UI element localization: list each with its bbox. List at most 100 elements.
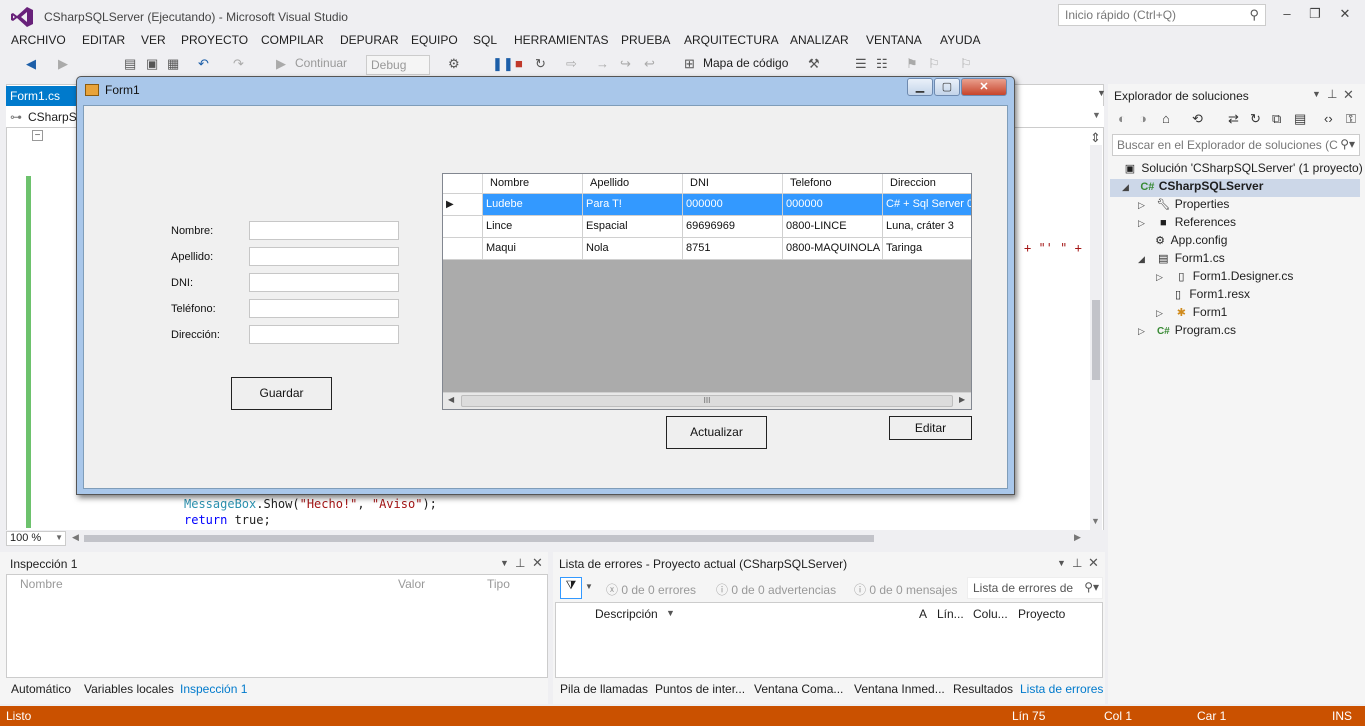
dni-input[interactable] [249,273,399,292]
nombre-input[interactable] [249,221,399,240]
close-panel-icon[interactable]: ✕ [1343,87,1354,103]
show-all-files-icon[interactable]: ▤ [1294,111,1306,127]
form-close-button[interactable]: ✕ [961,78,1007,96]
messages-filter-button[interactable]: ⓘ 0 de 0 mensajes [854,581,957,598]
editor-horizontal-scroll-thumb[interactable] [84,535,874,542]
menu-depurar[interactable]: DEPURAR [340,33,399,47]
grid-row-header-0[interactable]: ▶ [443,194,483,216]
grid-cell[interactable]: 8751 [683,238,783,260]
grid-scroll-thumb[interactable]: III [461,395,953,407]
pending-changes-icon[interactable]: ⟲ [1192,111,1203,127]
editar-button[interactable]: Editar [889,416,972,440]
form-maximize-button[interactable]: ▢ [934,78,960,96]
collapsed-arrow-icon[interactable]: ▷ [1156,272,1170,283]
menu-archivo[interactable]: ARCHIVO [11,33,66,47]
bookmark-icon[interactable]: ⚑ [906,56,918,72]
menu-ventana[interactable]: VENTANA [866,33,922,47]
restore-icon[interactable]: ❐ [1306,6,1324,24]
grid-cell[interactable]: 000000 [783,194,883,216]
pause-icon[interactable]: ❚❚ [492,56,514,72]
tree-item-properties[interactable]: ▷ 🔧︎ Properties [1138,197,1229,215]
errors-filter-button[interactable]: ⓧ 0 de 0 errores [606,581,696,598]
grid-corner-header[interactable] [443,174,483,194]
menu-equipo[interactable]: EQUIPO [411,33,458,47]
grid-cell[interactable]: Espacial [583,216,683,238]
grid-scroll-right-icon[interactable]: ▶ [959,395,965,404]
grid-cell[interactable]: Ludebe [483,194,583,216]
collapse-region-icon[interactable]: − [32,130,43,141]
tab-ventana-inmediato[interactable]: Ventana Inmed... [854,682,945,696]
tree-item-solution[interactable]: ▣ Solución 'CSharpSQLServer' (1 proyecto… [1122,161,1363,179]
code-map-icon[interactable]: ⊞ [684,56,695,72]
tab-inspeccion-1[interactable]: Inspección 1 [180,682,247,696]
telefono-input[interactable] [249,299,399,318]
close-icon[interactable]: ✕ [1336,6,1354,24]
code-map-button[interactable]: Mapa de código [703,56,788,70]
apellido-input[interactable] [249,247,399,266]
collapsed-arrow-icon[interactable]: ▷ [1138,200,1152,211]
menu-arquitectura[interactable]: ARQUITECTURA [684,33,779,47]
bookmark-prev-icon[interactable]: ⚐ [928,56,940,72]
menu-ver[interactable]: VER [141,33,166,47]
solution-search-input[interactable]: Buscar en el Explorador de soluciones (C… [1112,134,1360,156]
save-all-icon[interactable]: ▦ [167,56,179,72]
menu-editar[interactable]: EDITAR [82,33,125,47]
grid-row-header-1[interactable] [443,216,483,238]
forward-icon[interactable]: ▶ [58,56,68,72]
redo-icon[interactable]: ↷ [233,56,244,72]
tree-item-program-cs[interactable]: ▷ C# Program.cs [1138,323,1236,341]
error-col-line[interactable]: Lín... [937,607,964,621]
save-icon[interactable]: ▣ [146,56,158,72]
menu-herramientas[interactable]: HERRAMIENTAS [514,33,608,47]
scroll-down-icon[interactable]: ▼ [1091,516,1100,526]
quick-launch-input[interactable]: Inicio rápido (Ctrl+Q) ⚲ [1058,4,1266,26]
tab-resultados[interactable]: Resultados [953,682,1013,696]
expanded-arrow-icon[interactable]: ◢ [1138,254,1152,265]
grid-cell[interactable]: C# + Sql Server 0 [883,194,971,216]
grid-cell[interactable]: Para T! [583,194,683,216]
menu-compilar[interactable]: COMPILAR [261,33,324,47]
panel-menu-icon[interactable]: ▼ [1312,89,1321,99]
attach-icon[interactable]: ⚙ [448,56,460,72]
panel-menu-icon[interactable]: ▼ [500,558,509,568]
grid-horizontal-scrollbar[interactable]: ◀ III ▶ [443,392,971,409]
warnings-filter-button[interactable]: ⓘ 0 de 0 advertencias [716,581,836,598]
grid-cell[interactable]: Nola [583,238,683,260]
grid-row-header-2[interactable] [443,238,483,260]
menu-sql[interactable]: SQL [473,33,497,47]
restart-icon[interactable]: ↻ [535,56,546,72]
tree-item-form1-resx[interactable]: ▯ Form1.resx [1170,287,1250,305]
step-out-icon[interactable]: ↩ [644,56,655,72]
direccion-input[interactable] [249,325,399,344]
open-icon[interactable]: ▤ [124,56,136,72]
grid-cell[interactable]: Maqui [483,238,583,260]
grid-cell[interactable]: 0800-LINCE [783,216,883,238]
tab-ventana-comandos[interactable]: Ventana Coma... [754,682,843,696]
scroll-right-icon[interactable]: ▶ [1074,532,1081,543]
actualizar-button[interactable]: Actualizar [666,416,767,449]
grid-col-nombre[interactable]: Nombre [483,174,583,194]
form1-window[interactable]: Form1 ▁ ▢ ✕ Nombre: Apellido: DNI: Teléf… [76,76,1015,495]
nav-dropdown-arrow-icon[interactable]: ▼ [1092,110,1101,120]
tree-item-references[interactable]: ▷ ■ References [1138,215,1236,233]
expanded-arrow-icon[interactable]: ◢ [1122,182,1136,193]
editor-vertical-scroll-thumb[interactable] [1092,300,1100,380]
tab-lista-de-errores[interactable]: Lista de errores [1020,682,1103,696]
uncomment-icon[interactable]: ☷ [876,56,888,72]
error-col-a[interactable]: A [919,607,927,621]
collapsed-arrow-icon[interactable]: ▷ [1156,308,1170,319]
undo-icon[interactable]: ↶ [198,56,209,72]
grid-col-direccion[interactable]: Direccion [883,174,971,194]
tab-puntos-de-interrupcion[interactable]: Puntos de inter... [655,682,745,696]
split-editor-icon[interactable]: ⇕ [1090,130,1101,146]
sol-back-icon[interactable]: ◐ [1118,111,1126,126]
sync-icon[interactable]: ⇄ [1228,111,1239,127]
watch-col-value[interactable]: Valor [398,577,425,591]
panel-menu-icon[interactable]: ▼ [1057,558,1066,568]
tree-item-form1-class[interactable]: ▷ ✱ Form1 [1156,305,1227,323]
collapsed-arrow-icon[interactable]: ▷ [1138,218,1152,229]
tab-form1-cs[interactable]: Form1.cs [6,86,76,106]
tab-pila-de-llamadas[interactable]: Pila de llamadas [560,682,648,696]
menu-analizar[interactable]: ANALIZAR [790,33,849,47]
error-col-project[interactable]: Proyecto [1018,607,1065,621]
